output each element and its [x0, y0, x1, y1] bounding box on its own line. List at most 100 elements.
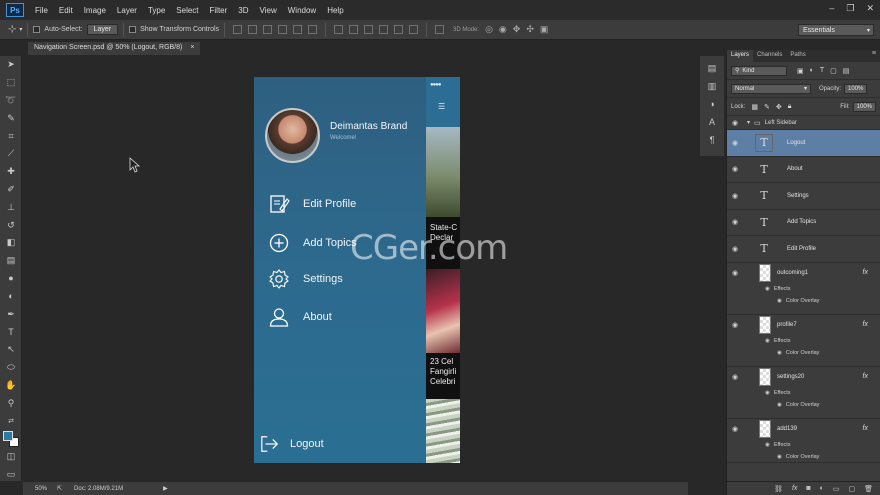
distribute-bottom-icon[interactable]: [364, 25, 374, 34]
menu-select[interactable]: Select: [176, 6, 198, 15]
visibility-eye-icon[interactable]: ◉: [727, 139, 743, 147]
menu-file[interactable]: File: [35, 6, 48, 15]
effects-row[interactable]: ◉ Effects: [727, 283, 880, 295]
zoom-tool-icon[interactable]: ⚲: [0, 394, 22, 412]
type-tool-icon[interactable]: T: [0, 323, 22, 341]
dodge-tool-icon[interactable]: ◐: [0, 287, 22, 305]
transform-checkbox[interactable]: [129, 26, 137, 33]
hand-tool-icon[interactable]: ✋: [0, 376, 22, 394]
status-menu-icon[interactable]: ▶: [163, 485, 168, 492]
color-overlay-row[interactable]: ◉ Color Overlay: [727, 451, 880, 462]
filter-type-icon[interactable]: T: [820, 67, 824, 74]
auto-select-option[interactable]: Auto-Select:: [33, 26, 83, 33]
pan-3d-icon[interactable]: ✥: [513, 24, 521, 35]
tab-paths[interactable]: Paths: [786, 50, 809, 62]
menu-view[interactable]: View: [260, 6, 277, 15]
distribute-right-icon[interactable]: [409, 25, 419, 34]
new-group-icon[interactable]: ▭: [833, 485, 840, 493]
transform-controls-option[interactable]: Show Transform Controls: [129, 26, 219, 33]
effects-eye-icon[interactable]: ◉: [765, 286, 770, 292]
visibility-eye-icon[interactable]: ◉: [727, 192, 743, 200]
visibility-eye-icon[interactable]: ◉: [727, 373, 743, 381]
lock-transparent-icon[interactable]: ▦: [751, 103, 758, 111]
distribute-top-icon[interactable]: [334, 25, 344, 34]
minimize-icon[interactable]: –: [829, 3, 834, 14]
new-layer-icon[interactable]: ▢: [848, 485, 855, 493]
lock-all-icon[interactable]: 🔒︎: [788, 103, 792, 111]
healing-brush-tool-icon[interactable]: ✚: [0, 163, 22, 181]
lock-pixels-icon[interactable]: ✎: [764, 103, 770, 111]
document-tab[interactable]: Navigation Screen.psd @ 50% (Logout, RGB…: [28, 42, 201, 55]
workspace-dropdown[interactable]: Essentials ▾: [798, 24, 874, 36]
layer-row[interactable]: ◉ T About: [727, 157, 880, 183]
nav-edit-profile[interactable]: Edit Profile: [268, 193, 356, 215]
menu-layer[interactable]: Layer: [117, 6, 137, 15]
visibility-eye-icon[interactable]: ◉: [727, 119, 743, 127]
filter-kind-dropdown[interactable]: ⚲ Kind: [731, 65, 787, 76]
menu-3d[interactable]: 3D: [238, 6, 248, 15]
menu-type[interactable]: Type: [148, 6, 165, 15]
color-swatches-icon[interactable]: [0, 430, 22, 448]
adjustments-panel-icon[interactable]: ◑: [700, 96, 724, 114]
layer-row[interactable]: ◉ add139 fx ◉ Effects ◉ Color Overlay: [727, 419, 880, 463]
close-icon[interactable]: ✕: [866, 3, 874, 14]
eyedropper-tool-icon[interactable]: ⟋: [0, 145, 22, 163]
nav-settings[interactable]: Settings: [268, 268, 343, 290]
layer-row[interactable]: ◉ outcoming1 fx ◉ Effects ◉ Color Overlay: [727, 263, 880, 315]
effects-eye-icon[interactable]: ◉: [765, 390, 770, 396]
menu-window[interactable]: Window: [288, 6, 316, 15]
foreground-color-swatch[interactable]: [3, 430, 13, 441]
align-bottom-icon[interactable]: [263, 25, 273, 34]
mobile-design-artboard[interactable]: Deimantas Brand Welcome! Edit Profile Ad…: [254, 77, 460, 463]
color-overlay-row[interactable]: ◉ Color Overlay: [727, 347, 880, 359]
pen-tool-icon[interactable]: ✒: [0, 305, 22, 323]
tab-channels[interactable]: Channels: [753, 50, 786, 62]
brush-tool-icon[interactable]: ✐: [0, 181, 22, 199]
menu-filter[interactable]: Filter: [210, 6, 228, 15]
swap-colors-icon[interactable]: ⇄: [0, 412, 22, 430]
opacity-input[interactable]: 100%: [844, 83, 868, 94]
gradient-tool-icon[interactable]: ▤: [0, 252, 22, 270]
distribute-hcenter-icon[interactable]: [394, 25, 404, 34]
move-tool-icon[interactable]: ⊹: [8, 24, 16, 35]
layer-row[interactable]: ◉ settings20 fx ◉ Effects ◉ Color Overlay: [727, 367, 880, 419]
menu-help[interactable]: Help: [327, 6, 343, 15]
align-top-icon[interactable]: [233, 25, 243, 34]
align-hcenter-icon[interactable]: [293, 25, 303, 34]
history-brush-tool-icon[interactable]: ↺: [0, 216, 22, 234]
layer-row[interactable]: ◉ T Add Topics: [727, 210, 880, 236]
adjustment-layer-icon[interactable]: ◐: [820, 485, 824, 492]
auto-align-icon[interactable]: [435, 25, 445, 34]
color-overlay-row[interactable]: ◉ Color Overlay: [727, 295, 880, 307]
slide-3d-icon[interactable]: ✣: [526, 24, 534, 35]
effects-row[interactable]: ◉ Effects: [727, 439, 880, 451]
effects-eye-icon[interactable]: ◉: [765, 442, 770, 448]
zoom-level[interactable]: 50%: [35, 486, 47, 492]
orbit-3d-icon[interactable]: ◎: [485, 24, 493, 35]
tab-layers[interactable]: Layers: [727, 50, 754, 62]
nav-about[interactable]: About: [268, 306, 332, 328]
effects-row[interactable]: ◉ Effects: [727, 387, 880, 399]
effects-row[interactable]: ◉ Effects: [727, 335, 880, 347]
export-icon[interactable]: ⇱: [57, 485, 62, 492]
effect-eye-icon[interactable]: ◉: [777, 454, 782, 460]
align-right-icon[interactable]: [308, 25, 318, 34]
filter-shape-icon[interactable]: ▢: [830, 67, 837, 75]
scale-3d-icon[interactable]: ▣: [540, 24, 549, 35]
filter-smart-object-icon[interactable]: ▤: [843, 67, 850, 75]
filter-pixel-icon[interactable]: ▣: [797, 67, 804, 75]
marquee-tool-icon[interactable]: ⬚: [0, 74, 22, 92]
effect-eye-icon[interactable]: ◉: [777, 298, 782, 304]
fx-icon[interactable]: fx: [863, 373, 868, 380]
nav-add-topics[interactable]: Add Topics: [268, 232, 357, 254]
move-tool-icon[interactable]: ➤: [0, 56, 22, 74]
visibility-eye-icon[interactable]: ◉: [727, 321, 743, 329]
distribute-vcenter-icon[interactable]: [349, 25, 359, 34]
trash-icon[interactable]: 🗑︎: [864, 485, 873, 493]
align-vcenter-icon[interactable]: [248, 25, 258, 34]
visibility-eye-icon[interactable]: ◉: [727, 245, 743, 253]
eraser-tool-icon[interactable]: ◧: [0, 234, 22, 252]
visibility-eye-icon[interactable]: ◉: [727, 425, 743, 433]
fx-icon[interactable]: fx: [863, 321, 868, 328]
fx-icon[interactable]: fx: [863, 425, 868, 432]
